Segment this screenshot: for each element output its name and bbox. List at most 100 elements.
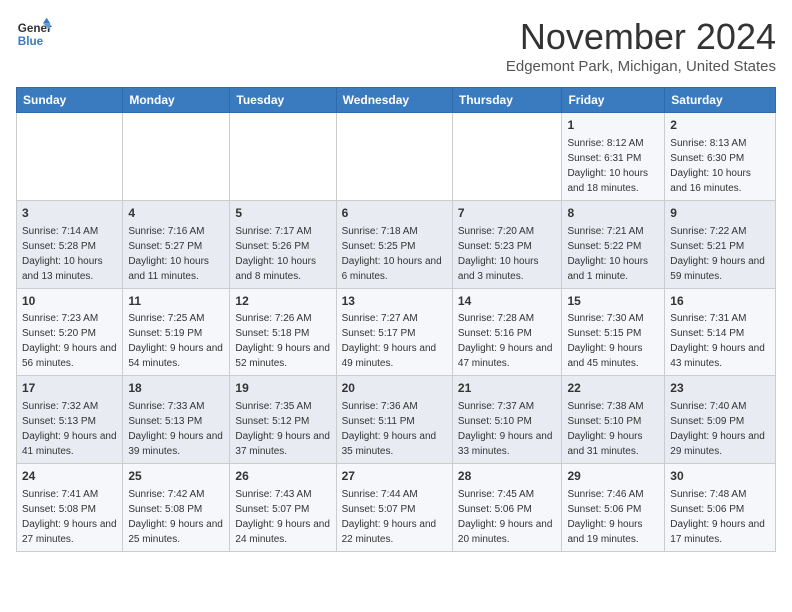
- day-info: Sunrise: 7:38 AM Sunset: 5:10 PM Dayligh…: [567, 401, 643, 457]
- day-info: Sunrise: 7:31 AM Sunset: 5:14 PM Dayligh…: [670, 313, 765, 369]
- calendar-cell: 10Sunrise: 7:23 AM Sunset: 5:20 PM Dayli…: [17, 288, 123, 376]
- day-info: Sunrise: 7:14 AM Sunset: 5:28 PM Dayligh…: [22, 226, 103, 282]
- calendar-cell: [230, 113, 336, 201]
- calendar-cell: 1 Sunrise: 8:12 AM Sunset: 6:31 PM Daylig…: [562, 113, 665, 201]
- day-info: Sunrise: 7:16 AM Sunset: 5:27 PM Dayligh…: [128, 226, 209, 282]
- day-number: 5: [235, 205, 330, 222]
- day-number: 9: [670, 205, 770, 222]
- day-number: 28: [458, 468, 557, 485]
- day-number: 7: [458, 205, 557, 222]
- calendar-cell: 14 Sunrise: 7:28 AM Sunset: 5:16 PM Dayli…: [452, 288, 562, 376]
- week-row-5: 24 Sunrise: 7:41 AM Sunset: 5:08 PM Dayli…: [17, 464, 776, 552]
- day-info: Sunrise: 7:18 AM Sunset: 5:25 PM Dayligh…: [342, 226, 442, 282]
- day-number: 26: [235, 468, 330, 485]
- day-info: Sunrise: 7:36 AM Sunset: 5:11 PM Dayligh…: [342, 401, 437, 457]
- calendar-cell: 19 Sunrise: 7:35 AM Sunset: 5:12 PM Dayli…: [230, 376, 336, 464]
- calendar-cell: 9 Sunrise: 7:22 AM Sunset: 5:21 PM Daylig…: [665, 200, 776, 288]
- day-number: 14: [458, 293, 557, 310]
- calendar-cell: 25 Sunrise: 7:42 AM Sunset: 5:08 PM Dayli…: [123, 464, 230, 552]
- day-info: Sunrise: 7:26 AM Sunset: 5:18 PM Dayligh…: [235, 313, 330, 369]
- calendar-cell: 13 Sunrise: 7:27 AM Sunset: 5:17 PM Dayli…: [336, 288, 452, 376]
- day-number: 27: [342, 468, 447, 485]
- day-info: Sunrise: 7:46 AM Sunset: 5:06 PM Dayligh…: [567, 489, 643, 545]
- calendar-cell: 7 Sunrise: 7:20 AM Sunset: 5:23 PM Daylig…: [452, 200, 562, 288]
- day-info: Sunrise: 7:35 AM Sunset: 5:12 PM Dayligh…: [235, 401, 330, 457]
- calendar-cell: 11 Sunrise: 7:25 AM Sunset: 5:19 PM Dayli…: [123, 288, 230, 376]
- day-info: Sunrise: 7:42 AM Sunset: 5:08 PM Dayligh…: [128, 489, 223, 545]
- calendar-cell: 16 Sunrise: 7:31 AM Sunset: 5:14 PM Dayli…: [665, 288, 776, 376]
- day-number: 2: [670, 117, 770, 134]
- day-info: Sunrise: 7:32 AM Sunset: 5:13 PM Dayligh…: [22, 401, 117, 457]
- calendar-cell: [123, 113, 230, 201]
- calendar-table: SundayMondayTuesdayWednesdayThursdayFrid…: [16, 87, 776, 552]
- day-info: Sunrise: 7:20 AM Sunset: 5:23 PM Dayligh…: [458, 226, 539, 282]
- day-number: 6: [342, 205, 447, 222]
- header-day-wednesday: Wednesday: [336, 88, 452, 113]
- day-number: 30: [670, 468, 770, 485]
- calendar-cell: 29 Sunrise: 7:46 AM Sunset: 5:06 PM Dayli…: [562, 464, 665, 552]
- day-info: Sunrise: 7:30 AM Sunset: 5:15 PM Dayligh…: [567, 313, 643, 369]
- calendar-cell: 22 Sunrise: 7:38 AM Sunset: 5:10 PM Dayli…: [562, 376, 665, 464]
- day-info: Sunrise: 7:22 AM Sunset: 5:21 PM Dayligh…: [670, 226, 765, 282]
- day-info: Sunrise: 7:44 AM Sunset: 5:07 PM Dayligh…: [342, 489, 437, 545]
- header-day-monday: Monday: [123, 88, 230, 113]
- day-number: 22: [567, 380, 659, 397]
- week-row-1: 1 Sunrise: 8:12 AM Sunset: 6:31 PM Daylig…: [17, 113, 776, 201]
- calendar-header-row: SundayMondayTuesdayWednesdayThursdayFrid…: [17, 88, 776, 113]
- day-info: Sunrise: 7:25 AM Sunset: 5:19 PM Dayligh…: [128, 313, 223, 369]
- calendar-cell: 8Sunrise: 7:21 AM Sunset: 5:22 PM Daylig…: [562, 200, 665, 288]
- calendar-cell: 5Sunrise: 7:17 AM Sunset: 5:26 PM Daylig…: [230, 200, 336, 288]
- day-number: 17: [22, 380, 117, 397]
- calendar-cell: 2Sunrise: 8:13 AM Sunset: 6:30 PM Daylig…: [665, 113, 776, 201]
- day-number: 11: [128, 293, 224, 310]
- calendar-cell: 23Sunrise: 7:40 AM Sunset: 5:09 PM Dayli…: [665, 376, 776, 464]
- calendar-cell: 3 Sunrise: 7:14 AM Sunset: 5:28 PM Daylig…: [17, 200, 123, 288]
- day-number: 25: [128, 468, 224, 485]
- day-number: 21: [458, 380, 557, 397]
- day-info: Sunrise: 7:33 AM Sunset: 5:13 PM Dayligh…: [128, 401, 223, 457]
- day-number: 4: [128, 205, 224, 222]
- day-info: Sunrise: 7:28 AM Sunset: 5:16 PM Dayligh…: [458, 313, 553, 369]
- day-number: 19: [235, 380, 330, 397]
- logo-icon: General Blue: [16, 16, 52, 52]
- location-title: Edgemont Park, Michigan, United States: [506, 58, 776, 75]
- day-info: Sunrise: 7:45 AM Sunset: 5:06 PM Dayligh…: [458, 489, 553, 545]
- page-header: General Blue November 2024 Edgemont Park…: [16, 16, 776, 75]
- calendar-cell: 27 Sunrise: 7:44 AM Sunset: 5:07 PM Dayli…: [336, 464, 452, 552]
- month-title: November 2024: [506, 16, 776, 58]
- calendar-cell: 20Sunrise: 7:36 AM Sunset: 5:11 PM Dayli…: [336, 376, 452, 464]
- day-info: Sunrise: 8:12 AM Sunset: 6:31 PM Dayligh…: [567, 138, 648, 194]
- day-number: 10: [22, 293, 117, 310]
- day-number: 1: [567, 117, 659, 134]
- day-number: 29: [567, 468, 659, 485]
- day-info: Sunrise: 7:37 AM Sunset: 5:10 PM Dayligh…: [458, 401, 553, 457]
- day-info: Sunrise: 7:27 AM Sunset: 5:17 PM Dayligh…: [342, 313, 437, 369]
- svg-text:Blue: Blue: [18, 35, 44, 48]
- calendar-cell: 24 Sunrise: 7:41 AM Sunset: 5:08 PM Dayli…: [17, 464, 123, 552]
- day-number: 12: [235, 293, 330, 310]
- week-row-3: 10Sunrise: 7:23 AM Sunset: 5:20 PM Dayli…: [17, 288, 776, 376]
- calendar-cell: 26Sunrise: 7:43 AM Sunset: 5:07 PM Dayli…: [230, 464, 336, 552]
- logo: General Blue: [16, 16, 52, 52]
- calendar-cell: 4 Sunrise: 7:16 AM Sunset: 5:27 PM Daylig…: [123, 200, 230, 288]
- calendar-cell: 17 Sunrise: 7:32 AM Sunset: 5:13 PM Dayli…: [17, 376, 123, 464]
- day-number: 18: [128, 380, 224, 397]
- calendar-cell: [452, 113, 562, 201]
- day-number: 13: [342, 293, 447, 310]
- day-number: 15: [567, 293, 659, 310]
- header-day-thursday: Thursday: [452, 88, 562, 113]
- calendar-cell: 18 Sunrise: 7:33 AM Sunset: 5:13 PM Dayli…: [123, 376, 230, 464]
- calendar-cell: [336, 113, 452, 201]
- calendar-cell: 12 Sunrise: 7:26 AM Sunset: 5:18 PM Dayli…: [230, 288, 336, 376]
- day-number: 3: [22, 205, 117, 222]
- calendar-cell: 6 Sunrise: 7:18 AM Sunset: 5:25 PM Daylig…: [336, 200, 452, 288]
- calendar-cell: 28 Sunrise: 7:45 AM Sunset: 5:06 PM Dayli…: [452, 464, 562, 552]
- day-number: 24: [22, 468, 117, 485]
- calendar-cell: 30Sunrise: 7:48 AM Sunset: 5:06 PM Dayli…: [665, 464, 776, 552]
- calendar-cell: 15 Sunrise: 7:30 AM Sunset: 5:15 PM Dayli…: [562, 288, 665, 376]
- day-info: Sunrise: 7:21 AM Sunset: 5:22 PM Dayligh…: [567, 226, 648, 282]
- day-number: 16: [670, 293, 770, 310]
- header-day-sunday: Sunday: [17, 88, 123, 113]
- day-info: Sunrise: 7:41 AM Sunset: 5:08 PM Dayligh…: [22, 489, 117, 545]
- day-number: 23: [670, 380, 770, 397]
